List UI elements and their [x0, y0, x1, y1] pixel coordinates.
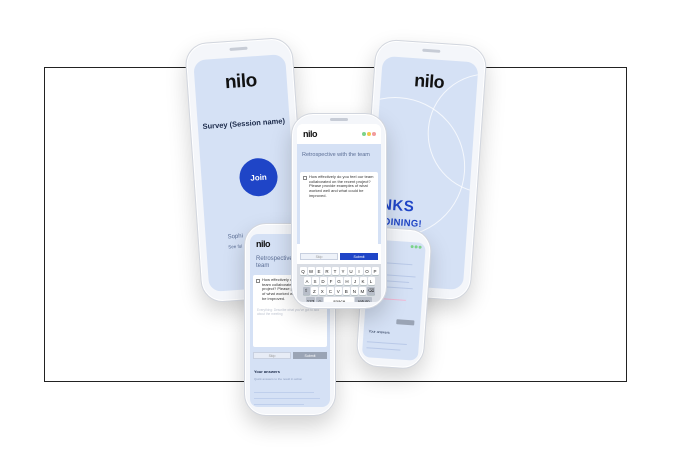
backspace-key[interactable]: ⌫: [366, 287, 376, 295]
key-k[interactable]: K: [359, 277, 367, 285]
mini-submit-button[interactable]: [396, 319, 415, 326]
answers-hint: Quick answers to the result in action: [254, 377, 303, 381]
status-dot: [362, 132, 366, 136]
key-n[interactable]: N: [350, 287, 358, 295]
phone-notch: [229, 46, 248, 51]
key-h[interactable]: H: [343, 277, 351, 285]
nilo-logo: nilo: [413, 70, 445, 93]
status-dots: [410, 245, 422, 249]
key-g[interactable]: G: [335, 277, 343, 285]
keyboard-row: ASDFGHJKL: [299, 277, 379, 285]
question-body: Retrospective with the team How effectiv…: [297, 144, 381, 248]
key-l[interactable]: L: [367, 277, 375, 285]
key-v[interactable]: V: [334, 287, 342, 295]
top-bar: nilo: [297, 124, 381, 144]
status-dot: [372, 132, 376, 136]
key-d[interactable]: D: [319, 277, 327, 285]
keyboard-row: 123 ☺ space return: [299, 297, 379, 302]
submit-button[interactable]: Submit: [293, 352, 327, 359]
key-o[interactable]: O: [363, 267, 371, 275]
question-checkbox[interactable]: [256, 279, 260, 283]
nilo-logo: nilo: [303, 129, 318, 139]
text-line: [366, 341, 407, 346]
keyboard-row: QWERTYUIOP: [299, 267, 379, 275]
action-buttons: Skip Submit: [300, 253, 378, 260]
nilo-logo: nilo: [256, 239, 271, 249]
status-dot: [367, 132, 371, 136]
emoji-key[interactable]: ☺: [316, 297, 324, 302]
text-line: [366, 347, 401, 351]
key-b[interactable]: B: [342, 287, 350, 295]
key-j[interactable]: J: [351, 277, 359, 285]
keyboard-question-screen: nilo Retrospective with the team How eff…: [297, 124, 381, 302]
phone-notch: [422, 48, 441, 53]
shift-key[interactable]: ⇧: [302, 287, 310, 295]
survey-title: Survey (Session name): [202, 116, 286, 131]
numbers-key[interactable]: 123: [305, 297, 316, 302]
question-card[interactable]: How effectively do you feel our team col…: [300, 172, 378, 248]
status-dots: [362, 132, 376, 136]
key-z[interactable]: Z: [310, 287, 318, 295]
key-e[interactable]: E: [315, 267, 323, 275]
text-line: [254, 392, 314, 393]
key-a[interactable]: A: [303, 277, 311, 285]
question-text: How effectively do you feel our team col…: [309, 174, 374, 198]
key-y[interactable]: Y: [339, 267, 347, 275]
user-subtext: See ful: [228, 243, 243, 250]
skip-button[interactable]: Skip: [300, 253, 338, 260]
return-key[interactable]: return: [355, 297, 373, 302]
skip-button[interactable]: Skip: [253, 352, 291, 359]
key-w[interactable]: W: [307, 267, 315, 275]
key-f[interactable]: F: [327, 277, 335, 285]
mini-answers-label: Your answers: [368, 329, 390, 335]
onscreen-keyboard: QWERTYUIOP ASDFGHJKL ⇧ ZXCVBNM ⌫ 123 ☺ s…: [297, 264, 381, 302]
action-buttons: Skip Submit: [253, 352, 327, 359]
phone-notch: [330, 118, 348, 121]
question-checkbox[interactable]: [303, 176, 307, 180]
space-key[interactable]: space: [324, 297, 355, 302]
submit-button[interactable]: Submit: [340, 253, 378, 260]
text-line: [254, 398, 320, 399]
key-p[interactable]: P: [371, 267, 379, 275]
key-x[interactable]: X: [318, 287, 326, 295]
keyboard-row: ⇧ ZXCVBNM ⌫: [299, 287, 379, 295]
key-u[interactable]: U: [347, 267, 355, 275]
phone-keyboard-screen: nilo Retrospective with the team How eff…: [291, 113, 387, 309]
key-m[interactable]: M: [358, 287, 366, 295]
key-t[interactable]: T: [331, 267, 339, 275]
key-c[interactable]: C: [326, 287, 334, 295]
key-i[interactable]: I: [355, 267, 363, 275]
user-name: Sophi: [227, 233, 244, 241]
key-s[interactable]: S: [311, 277, 319, 285]
answers-label: Your answers: [254, 369, 280, 374]
answer-placeholder: Everything: Describe what you've got to …: [257, 308, 320, 316]
join-button[interactable]: Join: [238, 156, 279, 198]
key-r[interactable]: R: [323, 267, 331, 275]
key-q[interactable]: Q: [299, 267, 307, 275]
text-line: [254, 404, 304, 405]
session-title: Retrospective with the team: [302, 152, 370, 158]
nilo-logo: nilo: [224, 70, 258, 94]
